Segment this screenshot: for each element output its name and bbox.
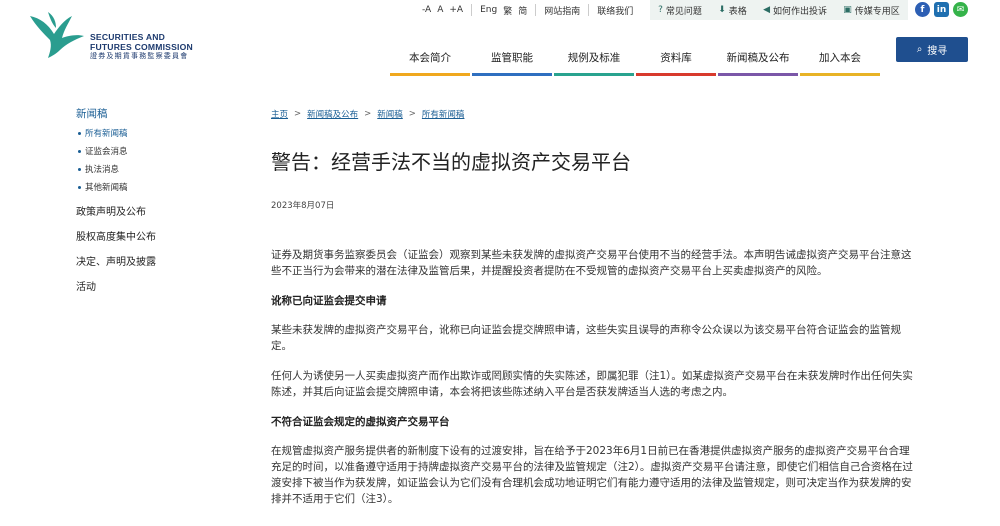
nav-careers[interactable]: 加入本会 — [800, 40, 880, 76]
linkedin-icon[interactable]: in — [934, 2, 949, 17]
logo-text: SECURITIES AND FUTURES COMMISSION 證券及期貨事… — [90, 32, 193, 62]
sidebar-item-policy[interactable]: 政策声明及公布 — [76, 203, 236, 218]
sidebar-item-events[interactable]: 活动 — [76, 278, 236, 293]
download-icon: ⬇ — [718, 5, 726, 15]
nav-label: 规例及标准 — [567, 52, 621, 64]
nav-underline — [390, 73, 470, 76]
complaint-link[interactable]: ◀ 如何作出投诉 — [763, 4, 827, 17]
eagle-logo-icon — [30, 12, 84, 58]
nav-label: 资料库 — [660, 52, 692, 64]
page-title: 警告：经营手法不当的虚拟资产交易平台 — [271, 150, 631, 174]
breadcrumb-news[interactable]: 新闻稿 — [377, 108, 403, 120]
main-content: 主页 > 新闻稿及公布 > 新闻稿 > 所有新闻稿 警告：经营手法不当的虚拟资产… — [271, 108, 919, 507]
font-decrease-button[interactable]: -A — [422, 5, 431, 15]
nav-regulatory[interactable]: 监管职能 — [472, 40, 552, 76]
breadcrumb: 主页 > 新闻稿及公布 > 新闻稿 > 所有新闻稿 — [271, 108, 919, 120]
sitemap-segment: 网站指南 — [536, 4, 590, 17]
nav-rules[interactable]: 规例及标准 — [554, 40, 634, 76]
faq-link[interactable]: ? 常见问题 — [658, 4, 702, 17]
search-icon: ⌕ — [916, 44, 923, 55]
sidebar: 新闻稿 所有新闻稿 证监会消息 执法消息 其他新闻稿 政策声明及公布 股权高度集… — [76, 106, 236, 293]
breadcrumb-separator: > — [408, 109, 416, 119]
sidebar-subitem-sfc[interactable]: 证监会消息 — [78, 145, 236, 157]
media-label: 传媒专用区 — [854, 6, 900, 17]
faq-label: 常见问题 — [665, 6, 702, 17]
nav-underline — [800, 73, 880, 76]
nav-underline — [554, 73, 634, 76]
nav-label: 新闻稿及公布 — [726, 52, 790, 64]
font-increase-button[interactable]: +A — [449, 5, 463, 15]
media-link[interactable]: ▣ 传媒专用区 — [843, 4, 900, 17]
search-label: 搜寻 — [927, 46, 948, 57]
facebook-icon[interactable]: f — [915, 2, 930, 17]
quick-links-bar: ? 常见问题 ⬇ 表格 ◀ 如何作出投诉 ▣ 传媒专用区 — [650, 0, 908, 20]
sfc-logo[interactable]: SECURITIES AND FUTURES COMMISSION 證券及期貨事… — [28, 8, 208, 68]
breadcrumb-news-announcements[interactable]: 新闻稿及公布 — [307, 108, 358, 120]
question-icon: ? — [658, 5, 663, 15]
bullet-icon — [78, 149, 81, 153]
bullet-icon — [78, 131, 81, 135]
nav-label: 本会简介 — [409, 52, 451, 64]
nav-underline — [636, 73, 716, 76]
subitem-label: 其他新闻稿 — [85, 183, 128, 193]
nav-resources[interactable]: 资料库 — [636, 40, 716, 76]
sidebar-item-decisions[interactable]: 决定、声明及披露 — [76, 253, 236, 268]
font-size-controls: -A A +A — [414, 4, 473, 16]
breadcrumb-separator: > — [294, 109, 302, 119]
forms-label: 表格 — [728, 6, 747, 17]
subitem-label: 所有新闻稿 — [85, 129, 128, 139]
nav-about[interactable]: 本会简介 — [390, 40, 470, 76]
language-switcher: Eng 繁 简 — [472, 4, 537, 17]
nav-news[interactable]: 新闻稿及公布 — [718, 40, 798, 76]
search-button[interactable]: ⌕ 搜寻 — [896, 37, 968, 62]
nav-underline — [472, 73, 552, 76]
sidebar-subitem-enforcement[interactable]: 执法消息 — [78, 163, 236, 175]
section1-paragraph1: 某些未获发牌的虚拟资产交易平台，讹称已向证监会提交牌照申请，这些失实且误导的声称… — [271, 324, 901, 352]
subitem-label: 证监会消息 — [85, 147, 128, 157]
intro-paragraph: 证券及期货事务监察委员会（证监会）观察到某些未获发牌的虚拟资产交易平台使用不当的… — [271, 249, 912, 277]
main-nav: 本会简介 监管职能 规例及标准 资料库 新闻稿及公布 加入本会 — [390, 40, 882, 76]
section1-heading: 讹称已向证监会提交申请 — [271, 295, 387, 307]
site-header: SECURITIES AND FUTURES COMMISSION 證券及期貨事… — [0, 0, 1000, 90]
sidebar-heading[interactable]: 新闻稿 — [76, 106, 236, 121]
lang-tc-link[interactable]: 繁 — [503, 4, 512, 17]
subitem-label: 执法消息 — [85, 165, 120, 175]
breadcrumb-separator: > — [364, 109, 372, 119]
logo-zh: 證券及期貨事務監察委員會 — [90, 53, 189, 60]
megaphone-icon: ◀ — [763, 5, 770, 15]
bullet-icon — [78, 167, 81, 171]
bullet-icon — [78, 185, 81, 189]
breadcrumb-all-news[interactable]: 所有新闻稿 — [422, 108, 465, 120]
utility-bar: -A A +A Eng 繁 简 网站指南 联络我们 — [414, 0, 641, 20]
sidebar-subitem-all[interactable]: 所有新闻稿 — [78, 127, 236, 139]
breadcrumb-home[interactable]: 主页 — [271, 108, 288, 120]
logo-en-line2: FUTURES COMMISSION — [90, 42, 193, 52]
complaint-label: 如何作出投诉 — [772, 6, 827, 17]
lang-sc-link[interactable]: 简 — [518, 4, 527, 17]
nav-label: 加入本会 — [819, 52, 861, 64]
section1-paragraph2: 任何人为诱使另一人买卖虚拟资产而作出欺诈或罔顾实情的失实陈述，即属犯罪（注1）。… — [271, 370, 913, 398]
sidebar-subitem-other[interactable]: 其他新闻稿 — [78, 181, 236, 193]
social-links: f in ✉ — [915, 2, 968, 17]
publish-date: 2023年8月07日 — [271, 201, 335, 211]
contact-link[interactable]: 联络我们 — [597, 4, 633, 17]
lang-eng-link[interactable]: Eng — [480, 5, 497, 15]
nav-label: 监管职能 — [491, 52, 533, 64]
forms-link[interactable]: ⬇ 表格 — [718, 4, 747, 17]
contact-segment: 联络我们 — [589, 4, 641, 17]
wechat-icon[interactable]: ✉ — [953, 2, 968, 17]
section2-heading: 不符合证监会规定的虚拟资产交易平台 — [271, 416, 450, 428]
nav-underline — [718, 73, 798, 76]
font-normal-button[interactable]: A — [437, 5, 443, 15]
logo-en-line1: SECURITIES AND — [90, 32, 166, 42]
section2-paragraph1: 在规管虚拟资产服务提供者的新制度下设有的过渡安排，旨在给予于2023年6月1日前… — [271, 445, 913, 505]
sitemap-link[interactable]: 网站指南 — [544, 4, 580, 17]
image-icon: ▣ — [843, 5, 852, 15]
sidebar-item-shareholding[interactable]: 股权高度集中公布 — [76, 228, 236, 243]
